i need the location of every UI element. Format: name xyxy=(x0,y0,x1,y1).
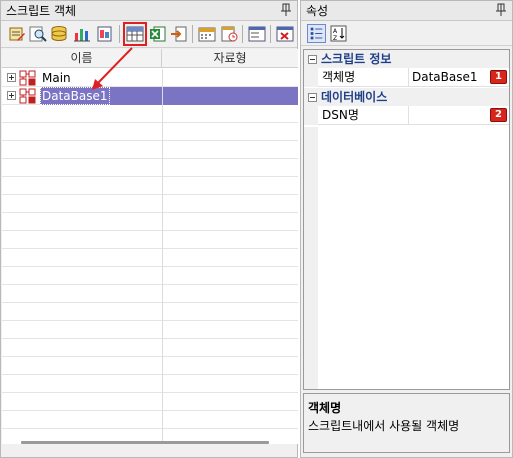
category-script-info[interactable]: 스크립트 정보 xyxy=(304,50,509,68)
script-objects-panel: 스크립트 객체 이름 자료형 Main DataBase1 xyxy=(0,0,298,458)
script-objects-title-bar: 스크립트 객체 xyxy=(1,1,297,21)
tree-row-database1[interactable]: DataBase1 xyxy=(2,87,298,105)
pin-icon[interactable] xyxy=(279,2,293,18)
search-object-icon[interactable] xyxy=(28,24,48,44)
category-database[interactable]: 데이터베이스 xyxy=(304,88,509,106)
property-row-dsn-name[interactable]: DSN명 2 xyxy=(304,106,509,125)
description-title: 객체명 xyxy=(308,401,342,415)
report-object-icon[interactable] xyxy=(95,24,115,44)
property-row-object-name[interactable]: 객체명 DataBase1 1 xyxy=(304,68,509,87)
grid-header: 이름 자료형 xyxy=(2,49,298,68)
properties-toolbar: A Z xyxy=(301,21,512,46)
script-object-icon xyxy=(19,88,36,104)
collapse-icon[interactable] xyxy=(308,55,317,64)
category-label: 스크립트 정보 xyxy=(321,52,392,66)
tree-row-main[interactable]: Main xyxy=(2,69,298,87)
schedule-object-icon[interactable] xyxy=(219,24,239,44)
edit-object-icon[interactable] xyxy=(7,24,27,44)
script-objects-grid: 이름 자료형 Main DataBase1 xyxy=(2,49,298,444)
description-text: 스크립트내에서 사용될 객체명 xyxy=(308,419,460,433)
import-object-icon[interactable] xyxy=(169,24,189,44)
tree-row-label: DataBase1 xyxy=(40,87,110,105)
pin-icon[interactable] xyxy=(494,2,508,18)
chart-object-icon[interactable] xyxy=(72,24,92,44)
script-object-icon xyxy=(19,70,36,86)
property-name: DSN명 xyxy=(322,108,359,122)
callout-badge: 1 xyxy=(490,70,507,84)
script-objects-toolbar xyxy=(1,21,297,48)
property-value-field[interactable]: DataBase1 xyxy=(412,69,478,86)
properties-panel: 속성 A Z 스크립트 정보 객체명 DataBase1 1 데이터베이스 DS… xyxy=(300,0,513,458)
column-header-name[interactable]: 이름 xyxy=(2,49,162,68)
database-grid-icon[interactable] xyxy=(123,22,147,46)
expand-icon[interactable] xyxy=(7,73,16,82)
properties-title: 속성 xyxy=(306,4,329,18)
grid-rows: Main DataBase1 xyxy=(2,69,298,444)
horizontal-scrollbar[interactable] xyxy=(21,441,269,444)
database-object-icon[interactable] xyxy=(49,24,69,44)
categorized-view-icon[interactable] xyxy=(307,24,326,43)
callout-badge: 2 xyxy=(490,108,507,122)
delete-object-icon[interactable] xyxy=(275,24,295,44)
tree-row-label: Main xyxy=(42,71,71,85)
property-description-pane: 객체명 스크립트내에서 사용될 객체명 xyxy=(303,393,510,453)
script-objects-title: 스크립트 객체 xyxy=(6,4,77,18)
collapse-icon[interactable] xyxy=(308,93,317,102)
properties-title-bar: 속성 xyxy=(301,1,512,21)
form-object-icon[interactable] xyxy=(247,24,267,44)
excel-object-icon[interactable] xyxy=(148,24,168,44)
category-label: 데이터베이스 xyxy=(321,90,388,104)
calendar-object-icon[interactable] xyxy=(197,24,217,44)
property-name: 객체명 xyxy=(322,70,356,84)
column-header-type[interactable]: 자료형 xyxy=(162,49,298,68)
svg-text:Z: Z xyxy=(333,35,337,42)
property-grid: 스크립트 정보 객체명 DataBase1 1 데이터베이스 DSN명 2 xyxy=(303,49,510,390)
expand-icon[interactable] xyxy=(7,91,16,100)
sort-alphabetical-icon[interactable]: A Z xyxy=(329,24,348,43)
